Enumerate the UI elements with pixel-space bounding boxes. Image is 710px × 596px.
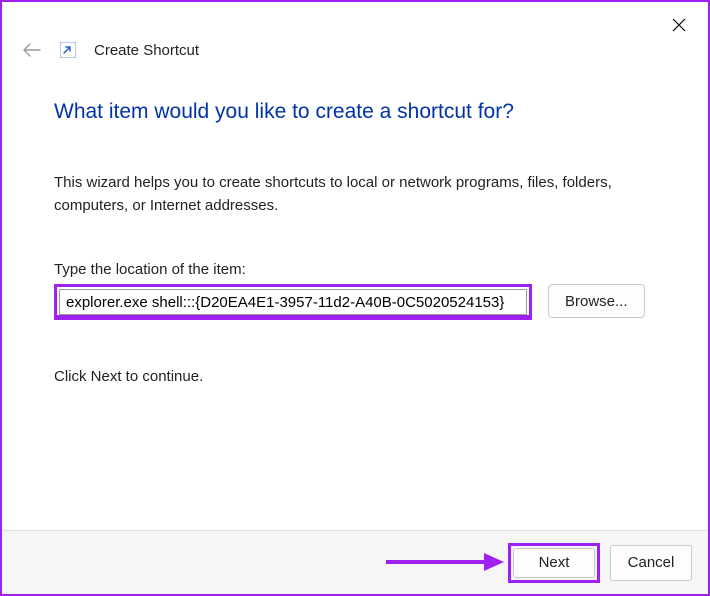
next-button-highlight: Next — [508, 543, 600, 583]
cancel-button[interactable]: Cancel — [610, 545, 692, 581]
dialog-title: Create Shortcut — [94, 42, 199, 59]
wizard-description: This wizard helps you to create shortcut… — [54, 172, 634, 217]
location-input-highlight — [54, 284, 532, 320]
continue-instruction: Click Next to continue. — [54, 368, 656, 385]
close-icon[interactable] — [670, 16, 688, 34]
shortcut-icon — [60, 42, 76, 58]
wizard-heading: What item would you like to create a sho… — [54, 100, 656, 124]
back-arrow-icon[interactable] — [22, 40, 42, 60]
browse-button[interactable]: Browse... — [548, 284, 645, 318]
next-button[interactable]: Next — [513, 548, 595, 578]
dialog-footer: Next Cancel — [2, 530, 708, 594]
location-input[interactable] — [59, 289, 527, 315]
location-label: Type the location of the item: — [54, 261, 656, 278]
